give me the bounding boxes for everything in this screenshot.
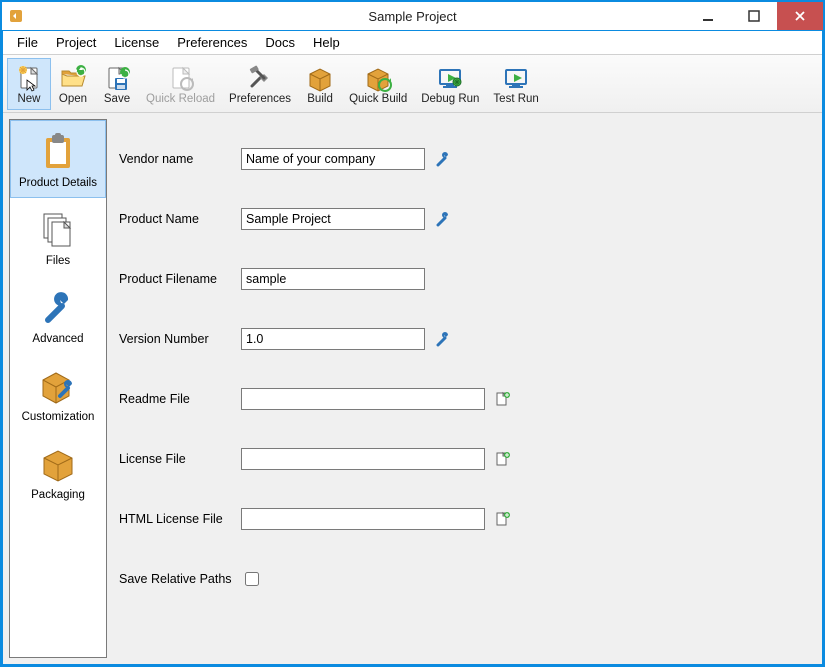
nav-product-details-label: Product Details — [19, 177, 97, 189]
menu-bar: File Project License Preferences Docs He… — [3, 31, 822, 55]
toolbar-quick-build-button[interactable]: Quick Build — [342, 58, 414, 110]
vendor-name-input[interactable] — [241, 148, 425, 170]
wrench-icon — [34, 287, 82, 329]
toolbar-quick-build-label: Quick Build — [349, 93, 407, 105]
version-number-input[interactable] — [241, 328, 425, 350]
toolbar-preferences-button[interactable]: Preferences — [222, 58, 298, 110]
html-license-file-input[interactable] — [241, 508, 485, 530]
wrench-small-icon[interactable] — [435, 211, 451, 227]
browse-file-icon[interactable] — [495, 451, 511, 467]
nav-advanced[interactable]: Advanced — [10, 276, 106, 354]
toolbar-debug-run-label: Debug Run — [421, 93, 479, 105]
menu-docs[interactable]: Docs — [257, 33, 303, 52]
toolbar-test-run-label: Test Run — [493, 93, 538, 105]
main-area: Product Details Files — [3, 113, 822, 664]
license-file-input[interactable] — [241, 448, 485, 470]
version-number-label: Version Number — [119, 332, 241, 346]
nav-files[interactable]: Files — [10, 198, 106, 276]
app-icon — [8, 8, 24, 24]
product-filename-input[interactable] — [241, 268, 425, 290]
minimize-button[interactable] — [685, 2, 731, 30]
menu-preferences[interactable]: Preferences — [169, 33, 255, 52]
nav-advanced-label: Advanced — [32, 333, 83, 345]
nav-customization-label: Customization — [22, 411, 95, 423]
toolbar-quick-reload-label: Quick Reload — [146, 93, 215, 105]
close-button[interactable] — [777, 2, 823, 30]
nav-packaging[interactable]: Packaging — [10, 432, 106, 510]
vendor-name-label: Vendor name — [119, 152, 241, 166]
packaging-icon — [34, 443, 82, 485]
browse-file-icon[interactable] — [495, 511, 511, 527]
preferences-icon — [245, 63, 275, 93]
toolbar-build-button[interactable]: Build — [298, 58, 342, 110]
toolbar-preferences-label: Preferences — [229, 93, 291, 105]
toolbar-new-button[interactable]: New — [7, 58, 51, 110]
toolbar-open-button[interactable]: Open — [51, 58, 95, 110]
quick-build-icon — [363, 63, 393, 93]
debug-run-icon — [435, 63, 465, 93]
wrench-small-icon[interactable] — [435, 151, 451, 167]
customization-icon — [34, 365, 82, 407]
readme-file-input[interactable] — [241, 388, 485, 410]
open-folder-icon — [58, 63, 88, 93]
product-filename-label: Product Filename — [119, 272, 241, 286]
nav-packaging-label: Packaging — [31, 489, 85, 501]
wrench-small-icon[interactable] — [435, 331, 451, 347]
files-icon — [34, 209, 82, 251]
license-file-label: License File — [119, 452, 241, 466]
toolbar: New Open — [3, 55, 822, 113]
left-nav: Product Details Files — [9, 119, 107, 658]
nav-customization[interactable]: Customization — [10, 354, 106, 432]
product-name-input[interactable] — [241, 208, 425, 230]
nav-files-label: Files — [46, 255, 70, 267]
save-icon — [102, 63, 132, 93]
toolbar-save-button[interactable]: Save — [95, 58, 139, 110]
maximize-button[interactable] — [731, 2, 777, 30]
toolbar-quick-reload-button[interactable]: Quick Reload — [139, 58, 222, 110]
toolbar-build-label: Build — [307, 93, 333, 105]
title-bar: Sample Project — [2, 2, 823, 30]
test-run-icon — [501, 63, 531, 93]
menu-license[interactable]: License — [106, 33, 167, 52]
clipboard-icon — [34, 131, 82, 173]
save-relative-label: Save Relative Paths — [119, 572, 241, 586]
nav-product-details[interactable]: Product Details — [10, 120, 106, 198]
form-panel: Vendor name Product Name — [113, 119, 816, 658]
html-license-file-label: HTML License File — [119, 512, 241, 526]
toolbar-new-label: New — [17, 93, 40, 105]
toolbar-open-label: Open — [59, 93, 87, 105]
browse-file-icon[interactable] — [495, 391, 511, 407]
new-file-icon — [14, 63, 44, 93]
toolbar-debug-run-button[interactable]: Debug Run — [414, 58, 486, 110]
toolbar-save-label: Save — [104, 93, 130, 105]
save-relative-checkbox[interactable] — [245, 572, 259, 586]
menu-project[interactable]: Project — [48, 33, 104, 52]
readme-file-label: Readme File — [119, 392, 241, 406]
product-name-label: Product Name — [119, 212, 241, 226]
toolbar-test-run-button[interactable]: Test Run — [486, 58, 545, 110]
quick-reload-icon — [166, 63, 196, 93]
build-icon — [305, 63, 335, 93]
menu-file[interactable]: File — [9, 33, 46, 52]
menu-help[interactable]: Help — [305, 33, 348, 52]
